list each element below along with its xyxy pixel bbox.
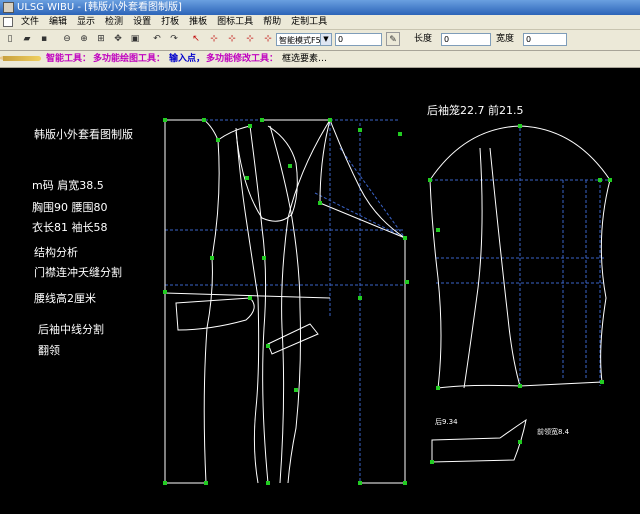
open-folder-icon[interactable]: ▰ <box>20 32 34 46</box>
sleeve-note: 后袖笼22.7 前21.5 <box>427 104 524 117</box>
menu-custom-tools[interactable]: 定制工具 <box>286 15 332 29</box>
lapel-line <box>329 119 406 239</box>
mode-select[interactable]: 智能模式F5 ▼ <box>276 33 332 46</box>
pattern-title: 韩版小外套看图制版 <box>34 128 133 141</box>
redo-icon[interactable]: ↷ <box>167 32 181 46</box>
move-point-icon[interactable]: ⊹ <box>225 32 239 46</box>
save-icon[interactable]: ▪ <box>37 32 51 46</box>
pen-tool-icon[interactable]: ✎ <box>386 32 400 46</box>
collar-front-label: 前领宽8.4 <box>537 428 570 436</box>
hint-modify-tool: 多功能修改工具： <box>206 54 279 64</box>
hint-select-elements: 框选要素… <box>282 54 328 64</box>
front-dart-curve <box>269 125 301 484</box>
menu-grading[interactable]: 推板 <box>184 15 212 29</box>
menu-edit[interactable]: 编辑 <box>44 15 72 29</box>
drawing-canvas[interactable]: 韩版小外套看图制版 m码 肩宽38.5 胸围90 腰围80 衣长81 袖长58 … <box>0 68 640 514</box>
mode-select-value: 智能模式F5 <box>279 36 321 45</box>
pencil-icon <box>0 56 41 61</box>
new-file-icon[interactable]: ▯ <box>3 32 17 46</box>
collar-back-label: 后9.34 <box>435 418 458 426</box>
window-title: ULSG WIBU - [韩版小外套看图制版] <box>17 2 182 13</box>
front-panel-outline <box>262 119 406 484</box>
zoom-in-icon[interactable]: ⊕ <box>77 32 91 46</box>
side-seam-line <box>235 127 260 484</box>
pan-icon[interactable]: ✥ <box>111 32 125 46</box>
sleeve-seam-1 <box>463 147 483 389</box>
menu-help[interactable]: 帮助 <box>258 15 286 29</box>
side-panel-outline <box>217 125 269 484</box>
armhole-curve <box>235 125 298 222</box>
size-line-2: 胸围90 腰围80 <box>32 201 108 214</box>
select-cursor-icon[interactable]: ↖ <box>189 32 203 46</box>
analysis-item-3: 后袖中线分割 <box>38 323 104 336</box>
pocket-flap <box>267 323 319 355</box>
chevron-down-icon[interactable]: ▼ <box>320 34 331 45</box>
analysis-item-4: 翻领 <box>38 344 60 357</box>
menu-settings[interactable]: 设置 <box>128 15 156 29</box>
analysis-title: 结构分析 <box>34 246 78 259</box>
title-bar: ULSG WIBU - [韩版小外套看图制版] <box>0 0 640 15</box>
menu-view[interactable]: 显示 <box>72 15 100 29</box>
app-icon <box>3 2 14 13</box>
zoom-out-icon[interactable]: ⊖ <box>60 32 74 46</box>
analysis-item-1: 门襟连冲夭缝分割 <box>34 266 122 279</box>
analysis-item-2: 腰线高2厘米 <box>34 292 96 305</box>
sleeve-seam-2 <box>489 147 521 387</box>
length-input[interactable]: 0 <box>441 33 491 46</box>
menu-icon-tools[interactable]: 图标工具 <box>212 15 258 29</box>
add-point-icon[interactable]: ⊹ <box>207 32 221 46</box>
toolbar: ▯ ▰ ▪ ⊖ ⊕ ⊞ ✥ ▣ ↶ ↷ ↖ ⊹ ⊹ ⊹ ⊹ 智能模式F5 ▼ 0… <box>0 30 640 51</box>
align-point-icon[interactable]: ⊹ <box>261 32 275 46</box>
document-icon[interactable] <box>3 17 13 27</box>
width-label: 宽度 <box>496 34 515 44</box>
undo-icon[interactable]: ↶ <box>150 32 164 46</box>
length-label: 长度 <box>414 34 433 44</box>
menu-pattern[interactable]: 打板 <box>156 15 184 29</box>
menu-file[interactable]: 文件 <box>16 15 44 29</box>
mode-value-input[interactable]: 0 <box>335 33 382 46</box>
fit-view-icon[interactable]: ▣ <box>128 32 142 46</box>
size-line-1: m码 肩宽38.5 <box>32 179 104 192</box>
size-line-3: 衣长81 袖长58 <box>32 221 108 234</box>
delete-point-icon[interactable]: ⊹ <box>243 32 257 46</box>
pocket-outline <box>175 297 255 331</box>
front-center-line <box>279 119 331 484</box>
hint-input-point: 输入点， <box>169 54 206 64</box>
hint-smart-tool: 智能工具： <box>46 54 92 64</box>
zoom-window-icon[interactable]: ⊞ <box>94 32 108 46</box>
menu-check[interactable]: 检测 <box>100 15 128 29</box>
menu-bar: 文件 编辑 显示 检测 设置 打板 推板 图标工具 帮助 定制工具 <box>0 15 640 30</box>
width-input[interactable]: 0 <box>523 33 567 46</box>
hint-bar: 智能工具： 多功能绘图工具： 输入点， 多功能修改工具： 框选要素… <box>0 51 640 68</box>
hint-draw-tool: 多功能绘图工具： <box>93 54 166 64</box>
